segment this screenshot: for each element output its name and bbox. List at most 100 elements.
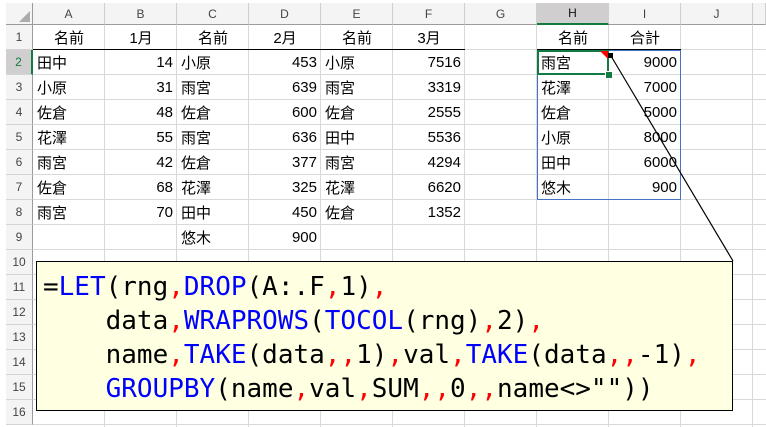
cell-F5[interactable]: 5536 — [393, 125, 465, 150]
cell-D8[interactable]: 450 — [249, 200, 321, 225]
cell-F1[interactable]: 3月 — [393, 25, 465, 50]
row-header-8[interactable]: 8 — [6, 200, 33, 225]
cell-F6[interactable]: 4294 — [393, 150, 465, 175]
column-header-J[interactable]: J — [681, 3, 753, 25]
cell-E4[interactable]: 佐倉 — [321, 100, 393, 125]
cell-D1[interactable]: 2月 — [249, 25, 321, 50]
select-all-button[interactable] — [6, 3, 33, 25]
cell-C3[interactable]: 雨宮 — [177, 75, 249, 100]
cell-F4[interactable]: 2555 — [393, 100, 465, 125]
cell-B4[interactable]: 48 — [105, 100, 177, 125]
cell-F2[interactable]: 7516 — [393, 50, 465, 75]
row-header-11[interactable]: 11 — [6, 275, 33, 300]
formula-segment: (data — [247, 340, 325, 370]
cell-F8[interactable]: 1352 — [393, 200, 465, 225]
row-header-column: 12345678910111213141516 — [6, 25, 33, 427]
cell-D4[interactable]: 600 — [249, 100, 321, 125]
cell-I1[interactable]: 合計 — [609, 25, 681, 50]
cell-D9[interactable]: 900 — [249, 225, 321, 250]
cell-C6[interactable]: 佐倉 — [177, 150, 249, 175]
formula-segment: , — [325, 272, 341, 302]
cell-C1[interactable]: 名前 — [177, 25, 249, 50]
formula-segment: name<>"")) — [497, 374, 654, 404]
row-header-9[interactable]: 9 — [6, 225, 33, 250]
column-header-partial[interactable] — [753, 3, 766, 25]
column-header-row: ABCDEFGHIJ — [33, 3, 766, 25]
active-cell-border — [537, 50, 609, 75]
column-header-G[interactable]: G — [465, 3, 537, 25]
row-header-7[interactable]: 7 — [6, 175, 33, 200]
cell-E7[interactable]: 花澤 — [321, 175, 393, 200]
cell-A1[interactable]: 名前 — [33, 25, 105, 50]
row-header-15[interactable]: 15 — [6, 375, 33, 400]
cell-E8[interactable]: 佐倉 — [321, 200, 393, 225]
row-header-4[interactable]: 4 — [6, 100, 33, 125]
row-header-5[interactable]: 5 — [6, 125, 33, 150]
cell-D6[interactable]: 377 — [249, 150, 321, 175]
formula-segment: ,, — [466, 374, 497, 404]
cell-A7[interactable]: 佐倉 — [33, 175, 105, 200]
cell-A3[interactable]: 小原 — [33, 75, 105, 100]
row-header-3[interactable]: 3 — [6, 75, 33, 100]
cell-B2[interactable]: 14 — [105, 50, 177, 75]
cell-E5[interactable]: 田中 — [321, 125, 393, 150]
formula-segment: (data — [528, 340, 606, 370]
column-header-D[interactable]: D — [249, 3, 321, 25]
cell-B6[interactable]: 42 — [105, 150, 177, 175]
cell-C4[interactable]: 佐倉 — [177, 100, 249, 125]
cell-C7[interactable]: 花澤 — [177, 175, 249, 200]
row-header-1[interactable]: 1 — [6, 25, 33, 50]
cell-C5[interactable]: 雨宮 — [177, 125, 249, 150]
column-header-B[interactable]: B — [105, 3, 177, 25]
cell-D7[interactable]: 325 — [249, 175, 321, 200]
formula-segment: TOCOL — [325, 306, 403, 336]
cell-E2[interactable]: 小原 — [321, 50, 393, 75]
cell-B1[interactable]: 1月 — [105, 25, 177, 50]
cell-A8[interactable]: 雨宮 — [33, 200, 105, 225]
column-header-C[interactable]: C — [177, 3, 249, 25]
row-header-14[interactable]: 14 — [6, 350, 33, 375]
row-header-2[interactable]: 2 — [6, 50, 33, 75]
fill-handle[interactable] — [605, 71, 613, 79]
cell-B5[interactable]: 55 — [105, 125, 177, 150]
cell-D5[interactable]: 636 — [249, 125, 321, 150]
column-header-I[interactable]: I — [609, 3, 681, 25]
cell-C2[interactable]: 小原 — [177, 50, 249, 75]
formula-segment: , — [387, 340, 403, 370]
formula-segment: , — [168, 340, 184, 370]
column-header-E[interactable]: E — [321, 3, 393, 25]
row-header-10[interactable]: 10 — [6, 250, 33, 275]
column-header-A[interactable]: A — [33, 3, 105, 25]
formula-segment: , — [293, 374, 309, 404]
column-header-H[interactable]: H — [537, 3, 609, 25]
cell-B3[interactable]: 31 — [105, 75, 177, 100]
row-header-13[interactable]: 13 — [6, 325, 33, 350]
cell-E6[interactable]: 雨宮 — [321, 150, 393, 175]
cell-F3[interactable]: 3319 — [393, 75, 465, 100]
cell-A4[interactable]: 佐倉 — [33, 100, 105, 125]
note-box[interactable]: =LET(rng,DROP(A:.F,1), data,WRAPROWS(TOC… — [36, 261, 733, 411]
cell-A6[interactable]: 雨宮 — [33, 150, 105, 175]
cell-B7[interactable]: 68 — [105, 175, 177, 200]
cell-E3[interactable]: 雨宮 — [321, 75, 393, 100]
formula-segment: LET — [59, 272, 106, 302]
formula-segment: ,, — [325, 340, 356, 370]
cell-B8[interactable]: 70 — [105, 200, 177, 225]
row-header-16[interactable]: 16 — [6, 400, 33, 425]
cell-D2[interactable]: 453 — [249, 50, 321, 75]
cell-C8[interactable]: 田中 — [177, 200, 249, 225]
cell-H1[interactable]: 名前 — [537, 25, 609, 50]
row-header-6[interactable]: 6 — [6, 150, 33, 175]
column-header-F[interactable]: F — [393, 3, 465, 25]
formula-segment: , — [685, 340, 701, 370]
row-header-12[interactable]: 12 — [6, 300, 33, 325]
cell-C9[interactable]: 悠木 — [177, 225, 249, 250]
cell-F7[interactable]: 6620 — [393, 175, 465, 200]
cell-E1[interactable]: 名前 — [321, 25, 393, 50]
formula-segment: val — [403, 340, 450, 370]
cell-A5[interactable]: 花澤 — [33, 125, 105, 150]
cell-D3[interactable]: 639 — [249, 75, 321, 100]
formula-segment: 2) — [497, 306, 528, 336]
formula-segment: (A:.F — [247, 272, 325, 302]
cell-A2[interactable]: 田中 — [33, 50, 105, 75]
